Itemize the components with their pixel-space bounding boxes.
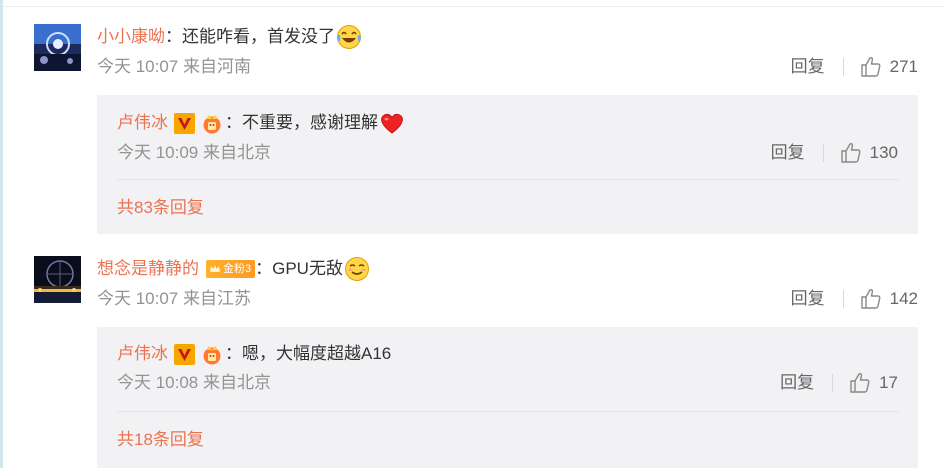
reply-line: 卢伟冰 ： 嗯，大幅度超越A16	[117, 342, 898, 366]
like-count: 17	[879, 373, 898, 392]
reply-text: 嗯，大幅度超越A16	[242, 344, 392, 363]
reply-button[interactable]: 回复	[780, 371, 814, 395]
thumbs-up-icon	[840, 142, 861, 163]
avatar[interactable]	[34, 256, 81, 303]
reply-meta: 今天 10:09 来自北京 回复 130	[117, 141, 898, 167]
avatar[interactable]	[34, 24, 81, 71]
fan-crown-badge-icon	[199, 344, 225, 365]
comment-actions: 回复 142	[791, 287, 918, 311]
more-replies-link[interactable]: 共83条回复	[117, 196, 204, 220]
comment-line: 想念是静静的 金粉3 ： GPU无敌	[97, 256, 918, 282]
comment-meta: 今天 10:07 来自江苏 回复 142	[97, 287, 918, 313]
action-divider	[842, 58, 844, 76]
reply-divider	[117, 179, 898, 180]
reply-divider	[117, 411, 898, 412]
separator-colon: ：	[165, 27, 182, 46]
like-button[interactable]: 271	[860, 55, 918, 79]
reply-actions: 回复 130	[771, 141, 898, 165]
reply-username[interactable]: 卢伟冰	[117, 111, 168, 135]
comment-meta: 今天 10:07 来自河南 回复 271	[97, 55, 918, 81]
reply-button[interactable]: 回复	[791, 287, 825, 311]
like-button[interactable]: 142	[860, 287, 918, 311]
reply-meta: 今天 10:08 来自北京 回复 17	[117, 371, 898, 397]
reply-username[interactable]: 卢伟冰	[117, 342, 168, 366]
like-button[interactable]: 130	[840, 141, 898, 165]
comment-item: 小小康呦 ： 还能咋看，首发没了 今天 10:07 来自河南 回复 271 卢伟…	[34, 24, 944, 234]
smirk-emoji-icon	[344, 256, 370, 282]
gold-fan-badge: 金粉3	[206, 260, 256, 278]
crown-icon	[210, 265, 220, 272]
reply-line: 卢伟冰 ： 不重要，感谢理解	[117, 110, 898, 136]
reply-container: 卢伟冰 ： 嗯，大幅度超越A16 今天 10:08 来自北京 回复 17 共18…	[97, 327, 918, 468]
more-replies-link[interactable]: 共18条回复	[117, 428, 204, 452]
fan-crown-badge-icon	[199, 113, 225, 134]
reply-time: 今天 10:08 来自北京	[117, 373, 271, 392]
reply-button[interactable]: 回复	[771, 141, 805, 165]
thumbs-up-icon	[850, 372, 870, 393]
comment-time: 今天 10:07 来自河南	[97, 57, 251, 76]
reply-text: 不重要，感谢理解	[242, 113, 378, 132]
reply-button[interactable]: 回复	[791, 55, 825, 79]
like-count: 142	[889, 289, 918, 308]
verified-v-icon	[174, 343, 195, 365]
comment-actions: 回复 271	[791, 55, 918, 79]
reply-actions: 回复 17	[780, 371, 898, 395]
comment-time: 今天 10:07 来自江苏	[97, 289, 251, 308]
action-divider	[842, 290, 844, 308]
thumbs-up-icon	[860, 288, 881, 309]
like-button[interactable]: 17	[849, 371, 898, 395]
comment-username[interactable]: 想念是静静的	[97, 257, 199, 281]
separator-colon: ：	[255, 259, 273, 278]
action-divider	[832, 374, 834, 392]
comment-text: 还能咋看，首发没了	[182, 27, 335, 46]
comment-text: GPU无敌	[272, 259, 343, 278]
reply-time: 今天 10:09 来自北京	[117, 143, 271, 162]
fan-badge-label: 金粉3	[223, 263, 252, 275]
comment-item: 想念是静静的 金粉3 ： GPU无敌 今天 10:07 来自江苏 回复 142 …	[34, 256, 944, 468]
thumbs-up-icon	[860, 56, 881, 77]
verified-v-icon	[174, 112, 195, 134]
comment-line: 小小康呦 ： 还能咋看，首发没了	[97, 24, 918, 50]
like-count: 271	[889, 57, 918, 76]
laughing-tears-emoji-icon	[336, 24, 362, 50]
top-divider	[3, 6, 944, 7]
action-divider	[822, 144, 824, 162]
like-count: 130	[869, 143, 898, 162]
separator-colon: ：	[225, 113, 242, 132]
red-heart-emoji-icon	[379, 110, 405, 136]
reply-container: 卢伟冰 ： 不重要，感谢理解 今天 10:09 来自北京 回复 130 共83条…	[97, 95, 918, 234]
comment-username[interactable]: 小小康呦	[97, 25, 165, 49]
separator-colon: ：	[225, 344, 242, 363]
left-border	[0, 0, 3, 468]
